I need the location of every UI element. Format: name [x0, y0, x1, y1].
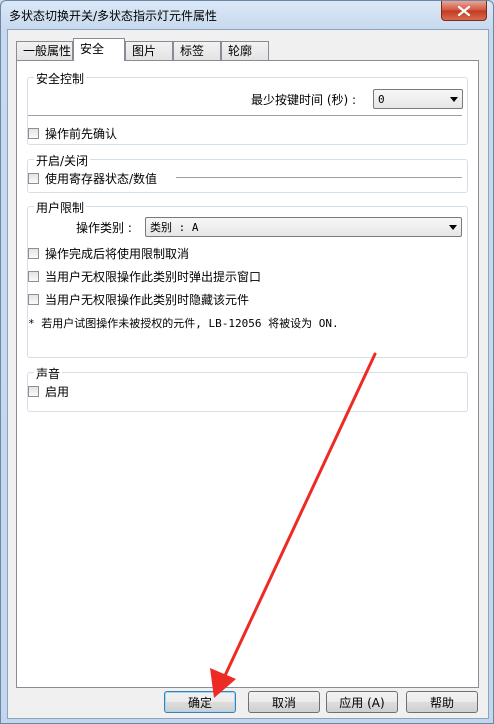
tab-outline[interactable]: 轮廓 [221, 41, 269, 60]
close-button[interactable] [441, 1, 487, 21]
tab-label[interactable]: 标签 [173, 41, 221, 60]
register-label: 使用寄存器状态/数值 [45, 172, 158, 186]
category-label: 操作类别 : [76, 221, 132, 235]
hide-checkbox[interactable] [28, 294, 39, 305]
hide-label: 当用户无权限操作此类别时隐藏该元件 [45, 293, 250, 307]
tab-security[interactable]: 安全 [73, 38, 125, 61]
cancel-after-checkbox[interactable] [28, 248, 39, 259]
min-press-select[interactable]: 0 [373, 89, 463, 109]
security-panel: 安全控制 最少按键时间 (秒) : 0 操作前先确认 开启/关闭 使用寄存器状态… [16, 60, 479, 688]
confirm-option[interactable]: 操作前先确认 [28, 125, 117, 142]
apply-button[interactable]: 应用 (A) [326, 691, 398, 713]
ok-button[interactable]: 确定 [164, 691, 236, 713]
confirm-label: 操作前先确认 [45, 127, 118, 141]
chevron-down-icon [445, 224, 461, 230]
help-button[interactable]: 帮助 [406, 691, 478, 713]
chevron-down-icon [446, 96, 462, 102]
dialog-body: 一般属性 安全 图片 标签 轮廓 安全控制 最少按键时间 (秒) : 0 操作前… [7, 29, 489, 719]
security-control-group: 安全控制 最少按键时间 (秒) : 0 操作前先确认 [27, 70, 468, 145]
cancel-after-option[interactable]: 操作完成后将使用限制取消 [28, 245, 189, 262]
popup-option[interactable]: 当用户无权限操作此类别时弹出提示窗口 [28, 268, 261, 285]
sound-enable-label: 启用 [45, 385, 70, 399]
sound-enable-option[interactable]: 启用 [28, 383, 69, 400]
close-icon [458, 5, 470, 16]
onoff-group: 开启/关闭 使用寄存器状态/数值 [27, 152, 468, 193]
popup-checkbox[interactable] [28, 271, 39, 282]
unauthorized-note: * 若用户试图操作未被授权的元件, LB-12056 将被设为 ON. [28, 317, 339, 330]
register-option[interactable]: 使用寄存器状态/数值 [28, 170, 157, 187]
properties-dialog: 多状态切换开关/多状态指示灯元件属性 一般属性 安全 图片 标签 轮廓 安全控制… [0, 0, 494, 724]
cancel-button[interactable]: 取消 [248, 691, 320, 713]
user-limit-group: 用户限制 操作类别 : 类别 : A 操作完成后将使用限制取消 当用户无权限操作… [27, 199, 468, 358]
group-title-onoff: 开启/关闭 [34, 152, 91, 169]
category-value: 类别 : A [150, 221, 199, 234]
register-line [176, 177, 462, 178]
separator-line [28, 115, 462, 116]
sound-enable-checkbox[interactable] [28, 386, 39, 397]
group-title-user: 用户限制 [34, 199, 87, 216]
register-checkbox[interactable] [28, 173, 39, 184]
group-title-security: 安全控制 [34, 70, 87, 87]
cancel-after-label: 操作完成后将使用限制取消 [45, 247, 190, 261]
hide-option[interactable]: 当用户无权限操作此类别时隐藏该元件 [28, 291, 249, 308]
min-press-label: 最少按键时间 (秒) : [251, 93, 357, 107]
category-select[interactable]: 类别 : A [145, 217, 462, 237]
tab-picture[interactable]: 图片 [125, 41, 173, 60]
window-title: 多状态切换开关/多状态指示灯元件属性 [9, 9, 218, 23]
confirm-checkbox[interactable] [28, 128, 39, 139]
min-press-value: 0 [378, 92, 385, 106]
title-bar: 多状态切换开关/多状态指示灯元件属性 [1, 1, 493, 29]
popup-label: 当用户无权限操作此类别时弹出提示窗口 [45, 270, 262, 284]
sound-group: 声音 启用 [27, 365, 468, 412]
group-title-sound: 声音 [34, 365, 63, 382]
tab-general[interactable]: 一般属性 [16, 41, 73, 60]
